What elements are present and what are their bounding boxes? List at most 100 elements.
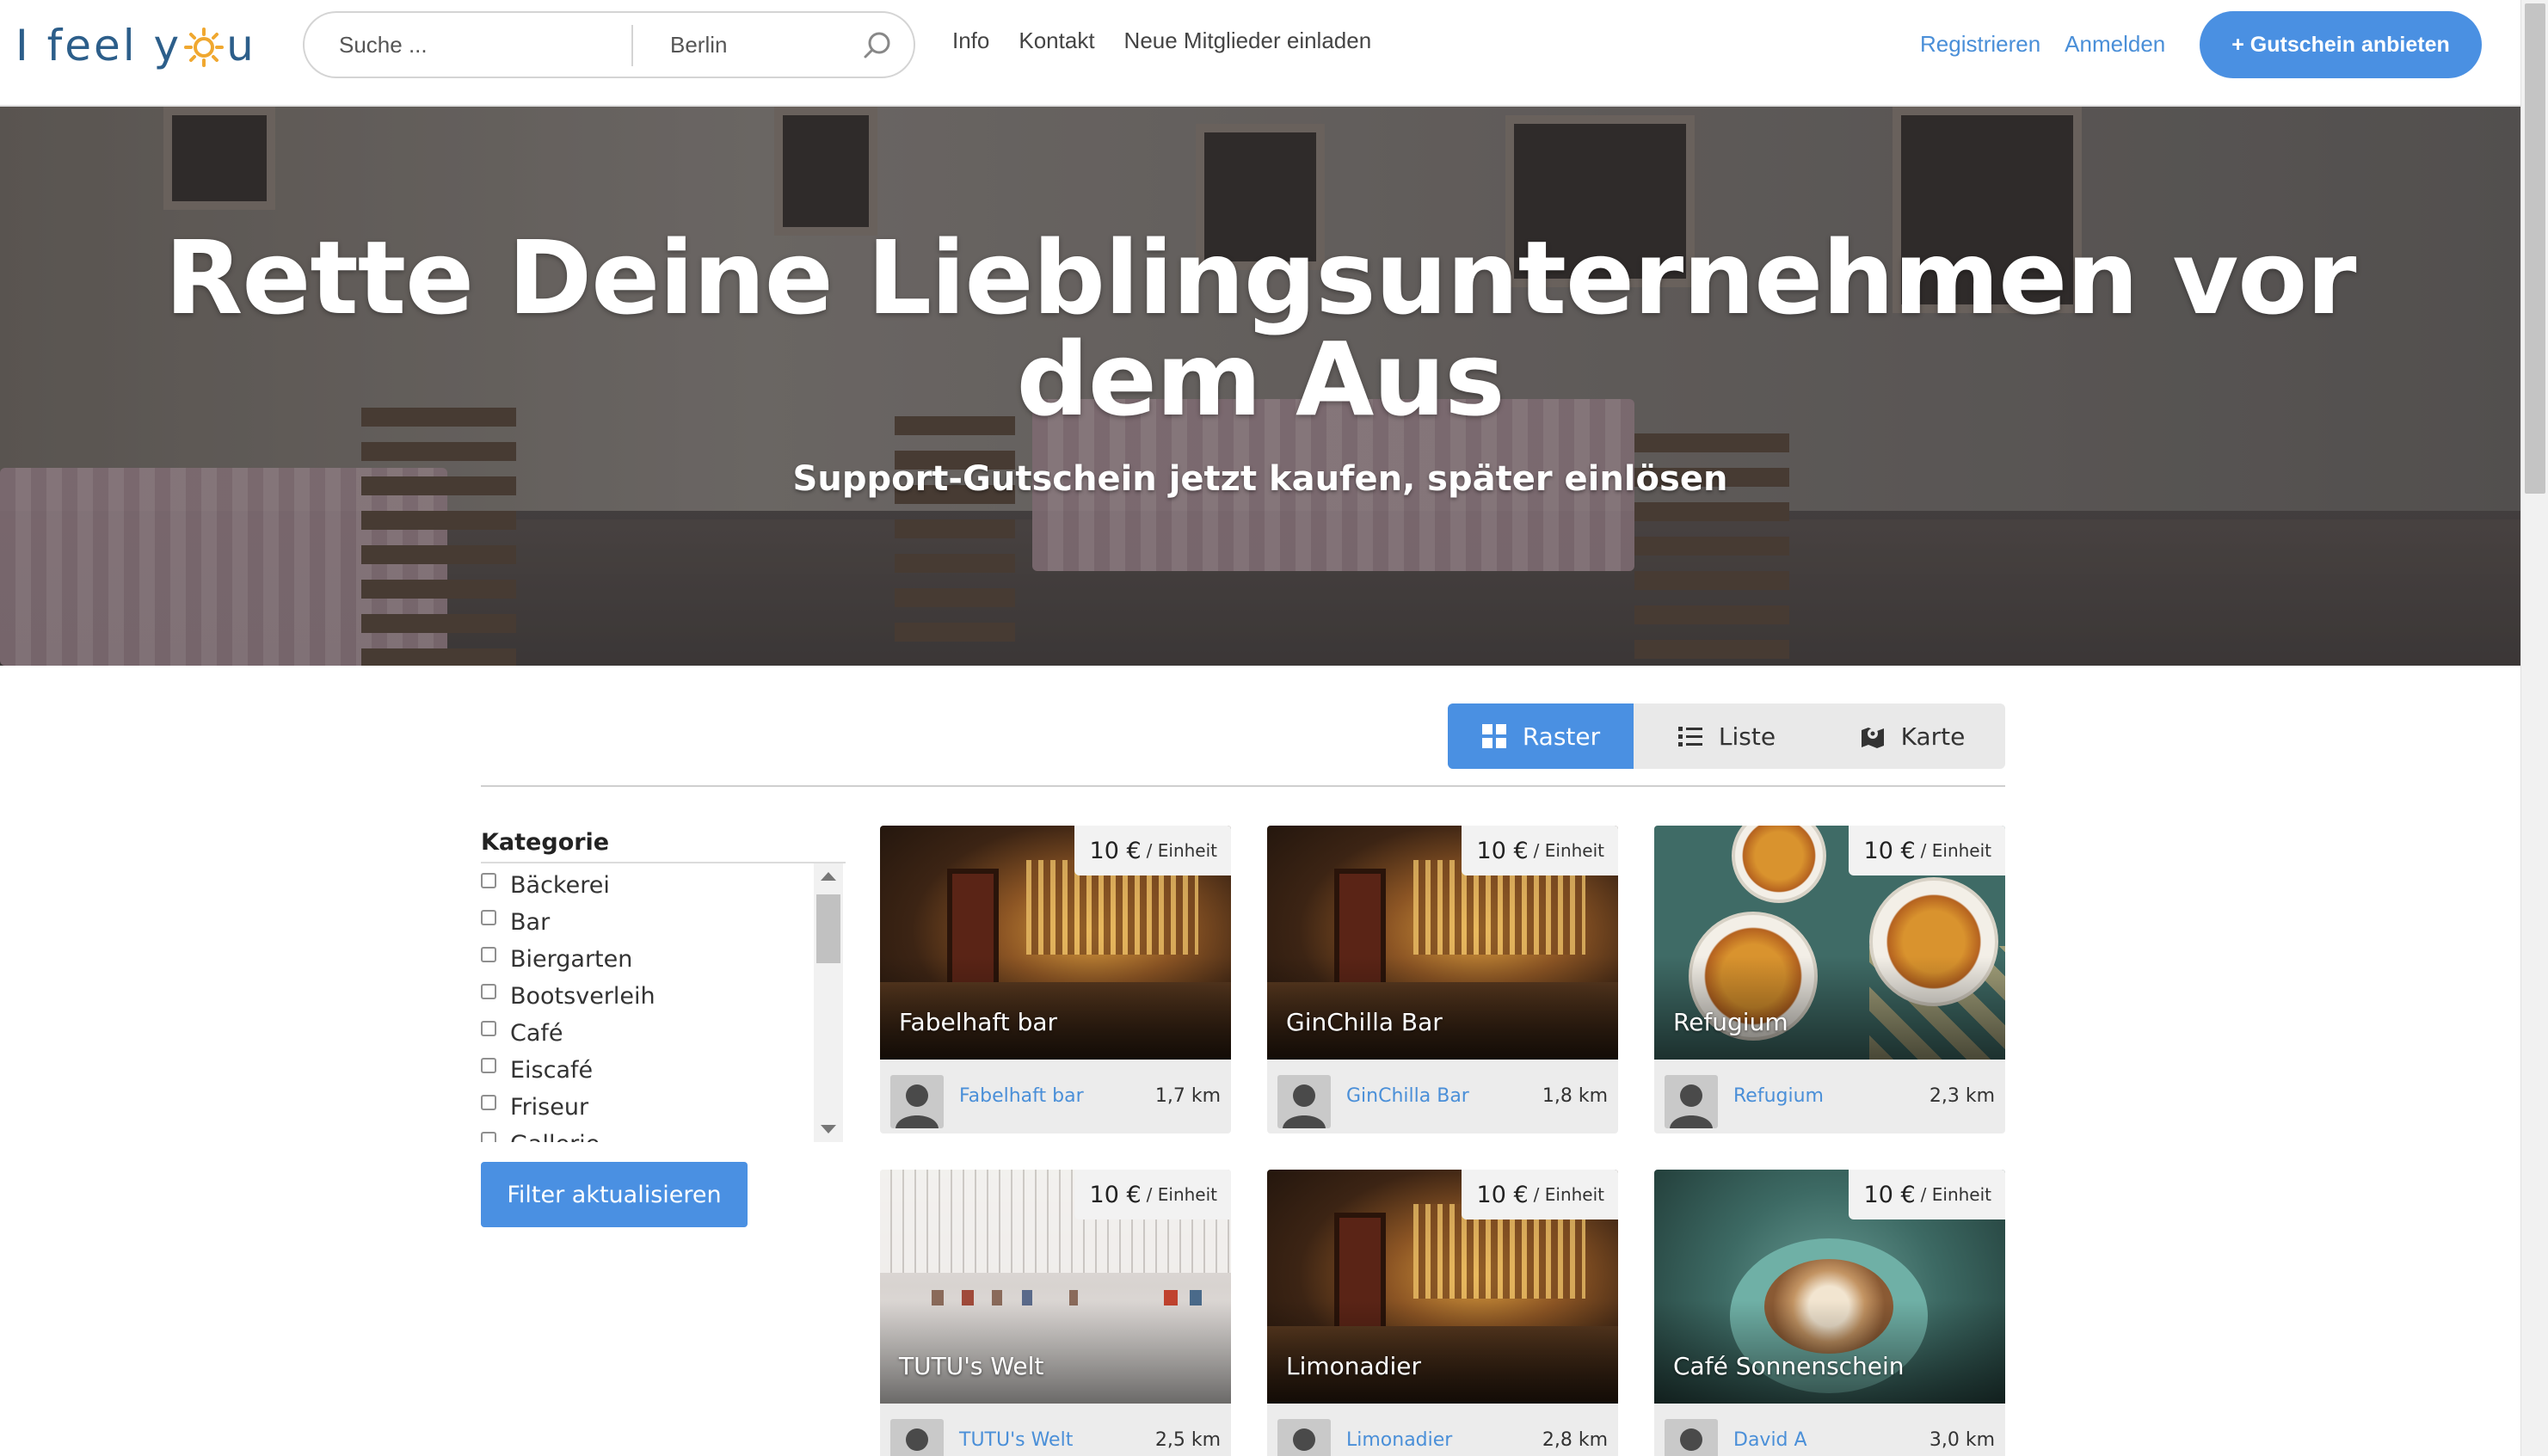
price-amount: 10 € [1476, 837, 1529, 864]
price-amount: 10 € [1089, 837, 1142, 864]
view-list-button[interactable]: Liste [1634, 703, 1819, 769]
category-label: Friseur [510, 1094, 589, 1121]
hero-banner: Rette Deine Lieblingsunternehmen vor dem… [0, 107, 2520, 666]
category-label: Bäckerei [510, 872, 610, 899]
view-grid-label: Raster [1522, 722, 1601, 751]
category-option-bar[interactable]: Bar [481, 904, 655, 941]
price-unit: / Einheit [1920, 840, 1991, 861]
distance-label: 2,3 km [1929, 1085, 1995, 1107]
card-title[interactable]: Fabelhaft bar [899, 1008, 1057, 1036]
logo-text-left: I feel y [15, 21, 182, 71]
owner-link[interactable]: GinChilla Bar [1346, 1085, 1469, 1107]
search-bar [303, 11, 915, 78]
category-option-baeckerei[interactable]: Bäckerei [481, 867, 655, 904]
category-scrollbar-thumb[interactable] [816, 894, 840, 963]
card-title[interactable]: TUTU's Welt [899, 1352, 1043, 1380]
page-scrollbar[interactable] [2520, 0, 2548, 1456]
update-filter-button[interactable]: Filter aktualisieren [481, 1162, 748, 1227]
distance-label: 2,8 km [1542, 1429, 1608, 1451]
price-amount: 10 € [1863, 837, 1916, 864]
category-label: Bar [510, 909, 551, 936]
nav-link-info[interactable]: Info [952, 28, 989, 54]
category-filter-list: Bäckerei Bar Biergarten Bootsverleih Caf… [481, 862, 846, 1142]
search-divider [631, 25, 633, 66]
card-title[interactable]: Limonadier [1286, 1352, 1421, 1380]
price-badge: 10 € / Einheit [1848, 1170, 2005, 1219]
card-owner-row: David A 3,0 km [1654, 1404, 2005, 1456]
price-badge: 10 € / Einheit [1848, 826, 2005, 875]
avatar [1665, 1075, 1718, 1128]
owner-link[interactable]: Fabelhaft bar [959, 1085, 1084, 1107]
brand-logo[interactable]: I feel y u [15, 15, 256, 76]
category-filter-title: Kategorie [481, 829, 610, 856]
offer-voucher-button[interactable]: + Gutschein anbieten [2200, 11, 2482, 78]
voucher-card[interactable]: 10 € / Einheit Limonadier Limonadier 2,8 … [1267, 1170, 1618, 1456]
category-option-cafe[interactable]: Café [481, 1015, 655, 1052]
owner-link[interactable]: TUTU's Welt [959, 1429, 1073, 1451]
section-divider [481, 785, 2005, 787]
price-amount: 10 € [1863, 1181, 1916, 1208]
view-grid-button[interactable]: Raster [1448, 703, 1634, 769]
category-option-biergarten[interactable]: Biergarten [481, 941, 655, 978]
price-badge: 10 € / Einheit [1461, 826, 1618, 875]
card-title[interactable]: Refugium [1673, 1008, 1788, 1036]
card-owner-row: Refugium 2,3 km [1654, 1060, 2005, 1133]
search-icon[interactable] [860, 28, 895, 63]
price-badge: 10 € / Einheit [1074, 1170, 1231, 1219]
card-owner-row: Fabelhaft bar 1,7 km [880, 1060, 1231, 1133]
view-map-button[interactable]: Karte [1819, 703, 2005, 769]
login-link[interactable]: Anmelden [2065, 31, 2165, 58]
user-placeholder-icon [1293, 1428, 1315, 1451]
location-input[interactable] [670, 13, 859, 77]
category-checkbox[interactable] [481, 1131, 496, 1142]
view-list-label: Liste [1718, 722, 1776, 751]
category-checkbox[interactable] [481, 983, 496, 999]
category-option-eiscafe[interactable]: Eiscafé [481, 1052, 655, 1089]
nav-link-kontakt[interactable]: Kontakt [1019, 28, 1094, 54]
category-label: Bootsverleih [510, 983, 655, 1010]
nav-link-invite[interactable]: Neue Mitglieder einladen [1124, 28, 1372, 54]
category-checkbox[interactable] [481, 909, 496, 925]
category-checkbox[interactable] [481, 1057, 496, 1073]
category-checkbox[interactable] [481, 1094, 496, 1110]
distance-label: 1,8 km [1542, 1085, 1608, 1107]
category-checkbox[interactable] [481, 946, 496, 962]
owner-link[interactable]: David A [1733, 1429, 1807, 1451]
avatar [1277, 1075, 1331, 1128]
card-owner-row: Limonadier 2,8 km [1267, 1404, 1618, 1456]
category-option-friseur[interactable]: Friseur [481, 1089, 655, 1126]
auth-links: Registrieren Anmelden [1920, 31, 2165, 58]
avatar [1665, 1419, 1718, 1456]
user-placeholder-icon [1680, 1428, 1702, 1451]
hero-subtitle: Support-Gutschein jetzt kaufen, später e… [792, 459, 1728, 499]
user-placeholder-icon [1670, 1084, 1713, 1128]
voucher-card[interactable]: 10 € / Einheit Café Sonnenschein David A … [1654, 1170, 2005, 1456]
price-unit: / Einheit [1533, 840, 1604, 861]
user-placeholder-icon [906, 1428, 928, 1451]
voucher-card[interactable]: 10 € / Einheit Fabelhaft bar Fabelhaft ba… [880, 826, 1231, 1133]
user-placeholder-icon [895, 1084, 939, 1128]
category-option-gallerie[interactable]: Gallerie [481, 1126, 655, 1142]
voucher-card[interactable]: 10 € / Einheit TUTU's Welt TUTU's Welt 2,… [880, 1170, 1231, 1456]
category-label: Eiscafé [510, 1057, 594, 1084]
category-checkbox[interactable] [481, 872, 496, 888]
card-title[interactable]: GinChilla Bar [1286, 1008, 1443, 1036]
view-map-label: Karte [1900, 722, 1966, 751]
category-label: Café [510, 1020, 563, 1047]
card-title[interactable]: Café Sonnenschein [1673, 1352, 1905, 1380]
owner-link[interactable]: Refugium [1733, 1085, 1824, 1107]
category-list-scrollbar[interactable] [814, 863, 843, 1142]
category-option-bootsverleih[interactable]: Bootsverleih [481, 978, 655, 1015]
main-nav: Info Kontakt Neue Mitglieder einladen [952, 28, 1371, 54]
voucher-card[interactable]: 10 € / Einheit GinChilla Bar GinChilla Ba… [1267, 826, 1618, 1133]
scroll-down-arrow-icon[interactable] [821, 1125, 836, 1133]
owner-link[interactable]: Limonadier [1346, 1429, 1452, 1451]
category-label: Gallerie [510, 1131, 600, 1142]
page-scrollbar-thumb[interactable] [2525, 3, 2545, 494]
map-icon [1861, 728, 1884, 748]
category-checkbox[interactable] [481, 1020, 496, 1036]
voucher-card[interactable]: 10 € / Einheit Refugium Refugium 2,3 km [1654, 826, 2005, 1133]
register-link[interactable]: Registrieren [1920, 31, 2040, 58]
scroll-up-arrow-icon[interactable] [821, 872, 836, 881]
search-input[interactable] [339, 13, 614, 77]
